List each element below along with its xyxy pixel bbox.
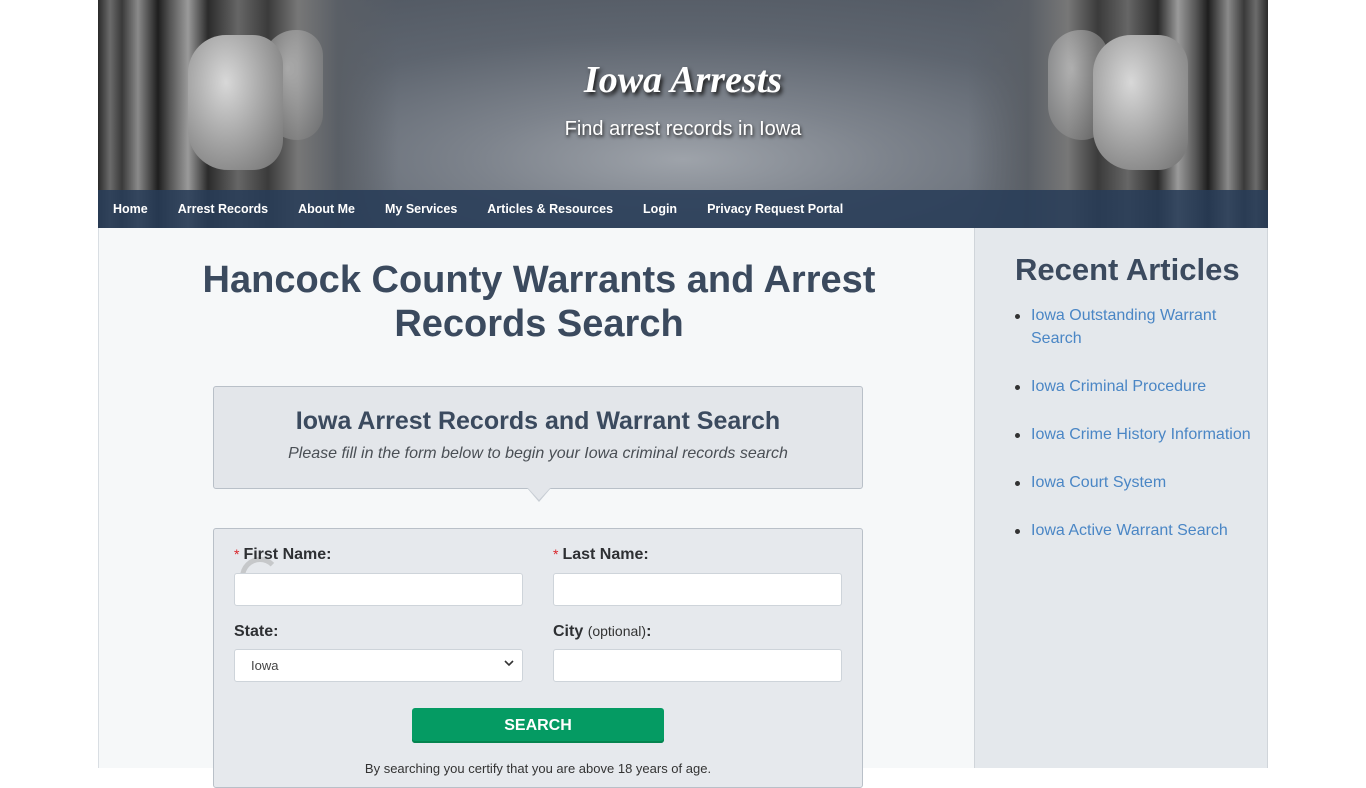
required-marker: * bbox=[234, 546, 240, 562]
state-label: State: bbox=[234, 623, 279, 640]
city-optional-note: (optional) bbox=[587, 623, 647, 639]
list-item: Iowa Court System bbox=[1015, 471, 1261, 494]
page-title: Hancock County Warrants and Arrest Recor… bbox=[202, 259, 876, 345]
hand-image bbox=[1093, 35, 1188, 170]
site-tagline: Find arrest records in Iowa bbox=[564, 118, 802, 140]
chevron-down-icon bbox=[504, 660, 514, 667]
article-link[interactable]: Iowa Criminal Procedure bbox=[1031, 378, 1206, 395]
list-item: Iowa Criminal Procedure bbox=[1015, 375, 1261, 398]
recent-articles-list: Iowa Outstanding Warrant Search Iowa Cri… bbox=[1015, 304, 1261, 567]
search-intro-subtitle: Please fill in the form below to begin y… bbox=[288, 445, 788, 462]
recent-articles-title: Recent Articles bbox=[1015, 252, 1240, 287]
list-item: Iowa Outstanding Warrant Search bbox=[1015, 304, 1261, 350]
state-select-value: Iowa bbox=[251, 658, 279, 673]
nav-my-services[interactable]: My Services bbox=[370, 190, 472, 228]
nav-privacy-request-portal[interactable]: Privacy Request Portal bbox=[692, 190, 858, 228]
city-label-colon: : bbox=[646, 623, 652, 640]
search-intro-title: Iowa Arrest Records and Warrant Search bbox=[295, 407, 781, 435]
nav-home[interactable]: Home bbox=[98, 190, 163, 228]
sidebar: Recent Articles Iowa Outstanding Warrant… bbox=[974, 228, 1268, 768]
nav-articles-resources[interactable]: Articles & Resources bbox=[472, 190, 628, 228]
nav-login[interactable]: Login bbox=[628, 190, 692, 228]
city-label-text: City bbox=[553, 623, 584, 640]
site-title[interactable]: Iowa Arrests bbox=[98, 58, 1268, 102]
main-content: Hancock County Warrants and Arrest Recor… bbox=[98, 228, 974, 788]
last-name-label: * Last Name: bbox=[553, 546, 649, 564]
list-item: Iowa Active Warrant Search bbox=[1015, 519, 1261, 542]
city-label: City (optional): bbox=[553, 623, 651, 641]
last-name-label-text: Last Name: bbox=[562, 546, 649, 563]
required-marker: * bbox=[553, 546, 559, 562]
last-name-input[interactable] bbox=[553, 573, 842, 606]
main-nav: Home Arrest Records About Me My Services… bbox=[98, 190, 1268, 228]
search-intro-box: Iowa Arrest Records and Warrant Search P… bbox=[213, 386, 863, 502]
search-form: * First Name: * Last Name: State: Iowa Cit… bbox=[213, 528, 863, 788]
nav-about-me[interactable]: About Me bbox=[283, 190, 370, 228]
article-link[interactable]: Iowa Crime History Information bbox=[1031, 426, 1251, 443]
first-name-input[interactable] bbox=[234, 573, 523, 606]
age-disclaimer: By searching you certify that you are ab… bbox=[364, 761, 712, 776]
hand-image bbox=[188, 35, 283, 170]
city-input[interactable] bbox=[553, 649, 842, 682]
nav-arrest-records[interactable]: Arrest Records bbox=[163, 190, 283, 228]
search-button[interactable]: SEARCH bbox=[412, 708, 664, 743]
state-select[interactable]: Iowa bbox=[234, 649, 523, 682]
list-item: Iowa Crime History Information bbox=[1015, 423, 1261, 446]
article-link[interactable]: Iowa Active Warrant Search bbox=[1031, 522, 1228, 539]
header-banner: Iowa Arrests Find arrest records in Iowa… bbox=[98, 0, 1268, 228]
first-name-label: * First Name: bbox=[234, 546, 331, 564]
first-name-label-text: First Name: bbox=[243, 546, 332, 563]
page: Iowa Arrests Find arrest records in Iowa… bbox=[98, 0, 1268, 788]
article-link[interactable]: Iowa Court System bbox=[1031, 474, 1166, 491]
article-link[interactable]: Iowa Outstanding Warrant Search bbox=[1031, 307, 1216, 347]
